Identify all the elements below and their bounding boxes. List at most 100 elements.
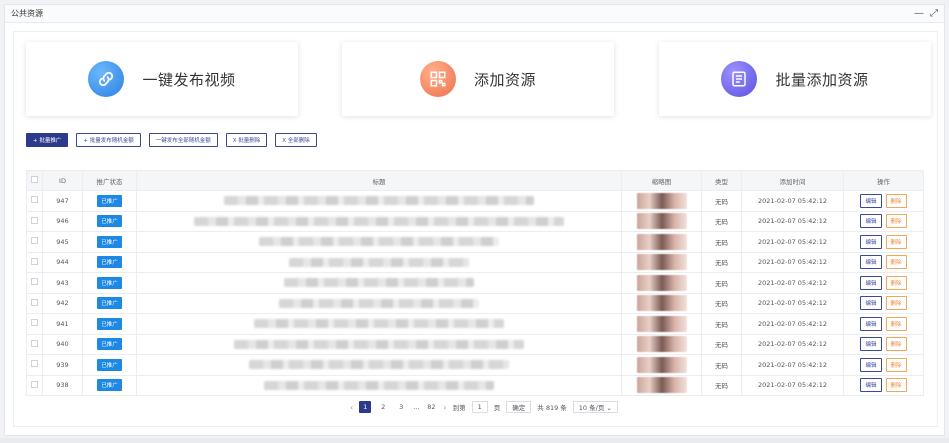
status-badge: 已推广 [97,338,122,351]
row-type: 无码 [701,354,742,376]
row-time: 2021-02-07 05:42:12 [741,333,844,355]
thumbnail-image [636,192,687,209]
goto-confirm-button[interactable]: 确定 [506,401,532,413]
row-title [136,374,622,396]
row-checkbox[interactable] [26,292,43,314]
delete-button[interactable]: 删除 [885,316,907,331]
delete-button[interactable]: 删除 [885,275,907,290]
row-thumbnail [621,313,702,335]
row-actions: 编辑 删除 [843,354,924,376]
page-size-select[interactable]: 10 条/页 ⌄ [572,401,618,413]
public-resources-window: 公共资源 — ⤢ 一键发布视频 添加资源 批量添加资源 + 批量推广 + 批量发… [4,4,945,436]
row-checkbox[interactable] [26,251,43,273]
delete-button[interactable]: 删除 [885,255,907,270]
blurred-title [264,380,494,390]
select-all-checkbox[interactable] [26,170,43,191]
edit-button[interactable]: 编辑 [860,275,882,290]
row-checkbox[interactable] [26,272,43,294]
thumbnail-image [636,213,687,230]
prev-page-icon[interactable]: ‹ [350,403,353,412]
status-badge: 已推广 [97,379,122,392]
delete-button[interactable]: 删除 [885,296,907,311]
publish-video-card[interactable]: 一键发布视频 [26,42,298,116]
page-1[interactable]: 1 [359,401,372,413]
row-checkbox[interactable] [26,374,43,396]
row-id: 939 [42,354,83,376]
row-actions: 编辑 删除 [843,292,924,314]
edit-button[interactable]: 编辑 [860,378,882,393]
publish-all-random-button[interactable]: 一键发布全部随机金额 [148,133,218,147]
row-time: 2021-02-07 05:42:12 [741,374,844,396]
row-thumbnail [621,272,702,294]
blurred-title [284,278,474,288]
row-checkbox[interactable] [26,190,43,212]
thumbnail-image [636,336,687,353]
row-status: 已推广 [82,354,137,376]
minimize-icon[interactable]: — [914,8,924,19]
page-3[interactable]: 3 [395,401,407,413]
batch-promote-button[interactable]: + 批量推广 [26,133,69,147]
thumbnail-image [636,254,687,271]
row-checkbox[interactable] [26,354,43,376]
delete-button[interactable]: 删除 [885,193,907,208]
row-status: 已推广 [82,313,137,335]
edit-button[interactable]: 编辑 [860,357,882,372]
row-actions: 编辑 删除 [843,333,924,355]
row-checkbox[interactable] [26,210,43,232]
delete-button[interactable]: 删除 [885,378,907,393]
header-time: 添加时间 [741,170,844,191]
edit-button[interactable]: 编辑 [860,193,882,208]
status-badge: 已推广 [97,194,122,207]
add-resource-card[interactable]: 添加资源 [342,42,614,116]
row-type: 无码 [701,251,742,273]
row-id: 938 [42,374,83,396]
delete-button[interactable]: 删除 [885,337,907,352]
table-row: 945 已推广 无码 2021-02-07 05:42:12 编辑 删除 [26,231,924,253]
row-id: 943 [42,272,83,294]
row-thumbnail [621,333,702,355]
row-checkbox[interactable] [26,313,43,335]
row-id: 942 [42,292,83,314]
blurred-title [194,216,564,226]
total-count: 共 819 条 [537,404,567,412]
blurred-title [224,196,534,206]
row-title [136,313,622,335]
table-row: 944 已推广 无码 2021-02-07 05:42:12 编辑 删除 [26,251,924,273]
row-thumbnail [621,190,702,212]
batch-publish-random-button[interactable]: + 批量发布随机金额 [76,133,141,147]
row-status: 已推广 [82,292,137,314]
thumbnail-image [636,356,687,373]
page-2[interactable]: 2 [377,401,389,413]
row-checkbox[interactable] [26,231,43,253]
row-actions: 编辑 删除 [843,210,924,232]
page-82[interactable]: 82 [425,401,437,413]
row-title [136,333,622,355]
edit-button[interactable]: 编辑 [860,234,882,249]
header-id: ID [42,170,83,191]
batch-delete-button[interactable]: X 批量删除 [225,133,268,147]
row-thumbnail [621,292,702,314]
edit-button[interactable]: 编辑 [860,255,882,270]
row-id: 947 [42,190,83,212]
row-id: 945 [42,231,83,253]
window-title: 公共资源 [11,9,43,18]
delete-button[interactable]: 删除 [885,357,907,372]
row-status: 已推广 [82,374,137,396]
delete-all-button[interactable]: X 全部删除 [275,133,317,147]
window-controls: — ⤢ [914,8,938,19]
edit-button[interactable]: 编辑 [860,296,882,311]
maximize-icon[interactable]: ⤢ [930,8,938,19]
next-page-icon[interactable]: › [443,403,446,412]
edit-button[interactable]: 编辑 [860,214,882,229]
delete-button[interactable]: 删除 [885,214,907,229]
status-badge: 已推广 [97,235,122,248]
delete-button[interactable]: 删除 [885,234,907,249]
row-checkbox[interactable] [26,333,43,355]
edit-button[interactable]: 编辑 [860,337,882,352]
blurred-title [254,319,504,329]
edit-button[interactable]: 编辑 [860,316,882,331]
batch-add-resource-card[interactable]: 批量添加资源 [659,42,931,116]
goto-page-input[interactable]: 1 [471,401,488,413]
row-title [136,354,622,376]
row-status: 已推广 [82,251,137,273]
